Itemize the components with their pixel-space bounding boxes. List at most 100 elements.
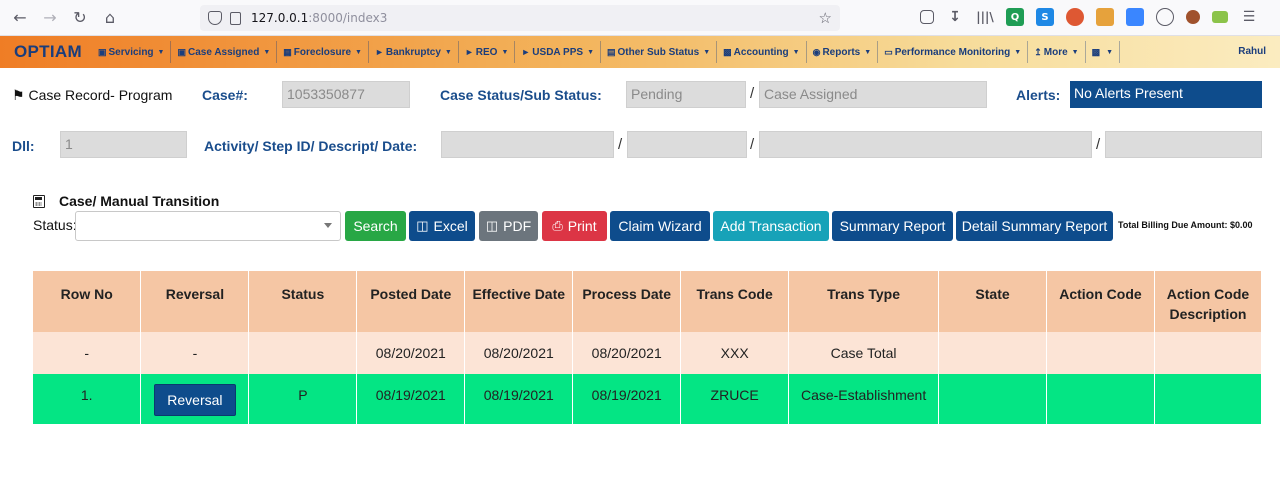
total-billing-due: Total Billing Due Amount: $0.00 — [1118, 220, 1253, 230]
column-header: Action Code — [1046, 271, 1155, 332]
shield-icon — [208, 11, 222, 25]
nav-label: Performance Monitoring — [894, 46, 1011, 58]
table-row[interactable]: 1. Reversal P 08/19/2021 08/19/2021 08/1… — [33, 374, 1263, 424]
case-number-label: Case#: — [202, 87, 248, 103]
nav-label: Reports — [822, 46, 861, 58]
print-button[interactable]: ⎙ Print — [542, 211, 607, 241]
url-path: :8000/index3 — [308, 11, 388, 25]
table-header-row: Row No Reversal Status Posted Date Effec… — [33, 271, 1263, 332]
alerts-field[interactable]: No Alerts Present — [1070, 81, 1262, 108]
add-transaction-label: Add Transaction — [720, 218, 822, 234]
home-icon[interactable]: ⌂ — [95, 3, 125, 33]
status-filter-label: Status: — [33, 217, 77, 233]
globe-icon[interactable] — [1156, 8, 1174, 26]
description-field[interactable] — [759, 131, 1092, 158]
nav-extra[interactable]: ▩ ▼ — [1086, 41, 1121, 63]
case-number-field[interactable]: 1053350877 — [282, 81, 410, 108]
section-title: Case/ Manual Transition — [59, 193, 220, 209]
column-header: State — [938, 271, 1047, 332]
nav-label: REO — [475, 46, 498, 58]
column-header: Effective Date — [464, 271, 574, 332]
tag-icon: ► — [521, 47, 531, 57]
caret-down-icon: ▼ — [1014, 48, 1022, 56]
column-header: Process Date — [572, 271, 682, 332]
nav-usda-pps[interactable]: ► USDA PPS ▼ — [515, 41, 601, 63]
status-select[interactable] — [75, 211, 341, 241]
download-icon[interactable]: ↧ — [946, 8, 964, 26]
s-extension-icon[interactable]: S — [1036, 8, 1054, 26]
nav-foreclosure[interactable]: ▦ Foreclosure ▼ — [277, 41, 369, 63]
reports-icon: ◉ — [812, 46, 821, 57]
calculator-icon — [33, 195, 45, 208]
add-transaction-button[interactable]: Add Transaction — [713, 211, 829, 241]
column-header: Action Code Description — [1154, 271, 1263, 332]
menu-icon[interactable]: ☰ — [1240, 8, 1258, 26]
table-cell — [1046, 332, 1155, 374]
url-bar[interactable]: 127.0.0.1:8000/index3 ☆ — [200, 5, 840, 31]
action-code-cell — [1046, 374, 1155, 424]
duckduckgo-icon[interactable] — [1066, 8, 1084, 26]
detail-summary-report-button[interactable]: Detail Summary Report — [956, 211, 1113, 241]
case-status-field[interactable]: Pending — [626, 81, 746, 108]
nav-label: Foreclosure — [293, 46, 352, 58]
claim-wizard-button[interactable]: Claim Wizard — [610, 211, 710, 241]
q-extension-icon[interactable]: Q — [1006, 8, 1024, 26]
separator: / — [618, 136, 623, 153]
folder-icon: ▤ — [607, 46, 616, 57]
excel-button[interactable]: ◫ Excel — [409, 211, 475, 241]
column-header: Reversal — [140, 271, 250, 332]
table-cell — [938, 332, 1047, 374]
nav-more[interactable]: ↥ More ▼ — [1028, 41, 1086, 63]
activity-field[interactable] — [441, 131, 614, 158]
step-id-field[interactable] — [627, 131, 747, 158]
pdf-button[interactable]: ◫ PDF — [479, 211, 538, 241]
flag-icon: ⚑ — [12, 87, 25, 103]
table-cell — [248, 332, 358, 374]
print-icon: ⎙ — [552, 218, 563, 233]
library-icon[interactable]: |||\ — [976, 8, 994, 26]
sub-status-field[interactable]: Case Assigned — [759, 81, 987, 108]
nav-reo[interactable]: ► REO ▼ — [459, 41, 516, 63]
nav-performance-monitoring[interactable]: ▭ Performance Monitoring ▼ — [878, 41, 1029, 63]
building-icon: ▦ — [283, 46, 292, 57]
forward-icon[interactable]: → — [35, 3, 65, 33]
separator: / — [1096, 136, 1101, 153]
bookmark-star-icon[interactable]: ☆ — [819, 9, 832, 27]
posted-date-cell: 08/19/2021 — [356, 374, 466, 424]
extension-badge-icon[interactable] — [1096, 8, 1114, 26]
table-cell: - — [33, 332, 142, 374]
nav-accounting[interactable]: ▩ Accounting ▼ — [717, 41, 807, 63]
nav-label: More — [1043, 46, 1068, 58]
nav-reports[interactable]: ◉ Reports ▼ — [807, 41, 879, 63]
nav-bankruptcy[interactable]: ► Bankruptcy ▼ — [369, 41, 459, 63]
caret-down-icon: ▼ — [703, 48, 711, 56]
separator: / — [750, 136, 755, 153]
table-cell: 08/20/2021 — [356, 332, 466, 374]
nav-case-assigned[interactable]: ▣ Case Assigned ▼ — [171, 41, 278, 63]
nav-other-sub-status[interactable]: ▤ Other Sub Status ▼ — [601, 41, 718, 63]
dll-label: Dll: — [12, 138, 35, 154]
reversal-button[interactable]: Reversal — [154, 384, 236, 416]
summary-report-button[interactable]: Summary Report — [832, 211, 953, 241]
column-header: Row No — [33, 271, 142, 332]
brand-logo[interactable]: OPTIAM — [0, 42, 92, 62]
excel-button-label: Excel — [433, 218, 468, 234]
reversal-cell: Reversal — [140, 374, 250, 424]
extension-tray-icon[interactable] — [1212, 11, 1228, 23]
table-cell: - — [140, 332, 250, 374]
search-button-label: Search — [353, 218, 398, 234]
summary-report-label: Summary Report — [839, 218, 946, 234]
monitor-icon: ▭ — [884, 46, 893, 57]
caret-down-icon: ▼ — [1106, 48, 1114, 56]
user-name[interactable]: Rahul — [1238, 46, 1266, 57]
search-button[interactable]: Search — [345, 211, 406, 241]
date-field[interactable] — [1105, 131, 1262, 158]
nav-servicing[interactable]: ▣ Servicing ▼ — [92, 41, 172, 63]
dll-field[interactable]: 1 — [60, 131, 187, 158]
reload-icon[interactable]: ↻ — [65, 3, 95, 33]
cookie-icon[interactable] — [1186, 10, 1200, 24]
extension-zero-icon[interactable] — [1126, 8, 1144, 26]
pocket-icon[interactable] — [920, 10, 934, 24]
state-cell — [938, 374, 1047, 424]
back-icon[interactable]: ← — [5, 3, 35, 33]
